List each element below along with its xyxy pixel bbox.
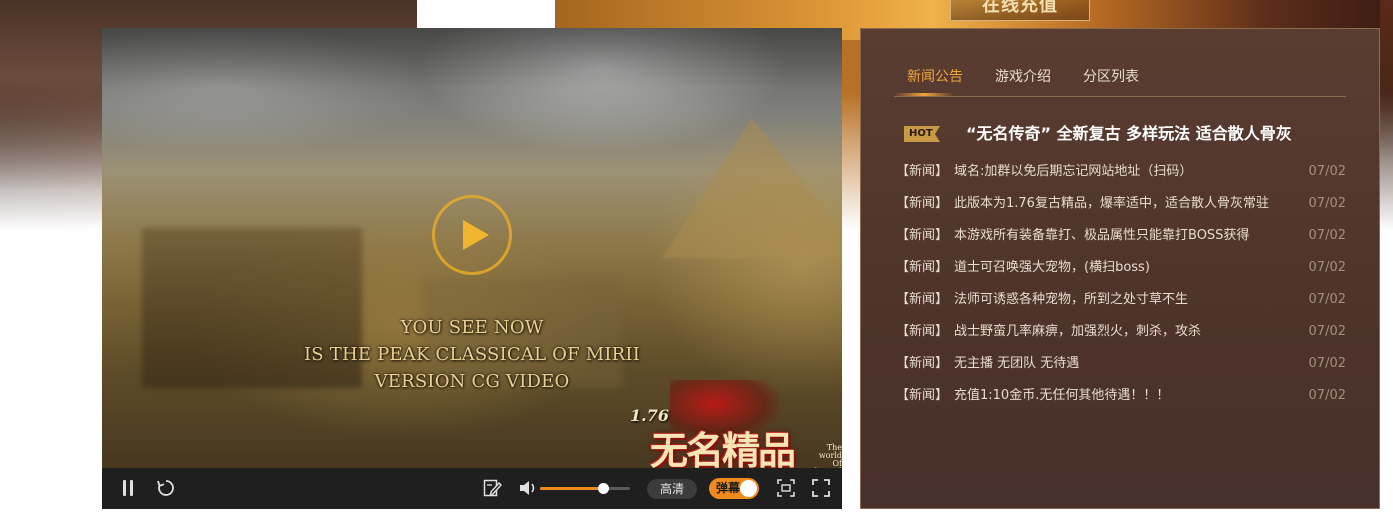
news-date: 07/02 — [1308, 324, 1346, 339]
news-date: 07/02 — [1308, 228, 1346, 243]
news-tag: 【新闻】 — [896, 164, 949, 179]
volume-icon[interactable] — [518, 478, 540, 498]
news-tag: 【新闻】 — [896, 356, 949, 371]
news-date: 07/02 — [1308, 356, 1346, 371]
cg-caption-line: VERSION CG VIDEO — [374, 371, 570, 392]
news-date: 07/02 — [1308, 164, 1346, 179]
news-date: 07/02 — [1308, 196, 1346, 211]
news-panel: 新闻公告 游戏介绍 分区列表 HOT “无名传奇” 全新复古 多样玩法 适合散人… — [860, 28, 1380, 509]
screenshot-icon[interactable] — [776, 478, 796, 498]
news-tag: 【新闻】 — [896, 388, 949, 403]
news-title[interactable]: 充值1:10金币.无任何其他待遇！！！ — [954, 384, 1294, 408]
video-pyramid — [662, 118, 842, 258]
news-item[interactable]: 【新闻】 此版本为1.76复古精品，爆率适中，适合散人骨灰常驻 07/02 — [896, 192, 1346, 224]
news-date: 07/02 — [1308, 292, 1346, 307]
news-tag: 【新闻】 — [896, 196, 949, 211]
news-item[interactable]: 【新闻】 战士野蛮几率麻痹，加强烈火，刺杀，攻杀 07/02 — [896, 320, 1346, 352]
volume-fill — [540, 487, 603, 490]
cg-caption: YOU SEE NOW IS THE PEAK CLASSICAL OF MIR… — [272, 314, 672, 395]
active-tab-indicator — [894, 93, 954, 96]
video-player[interactable]: YOU SEE NOW IS THE PEAK CLASSICAL OF MIR… — [102, 28, 842, 509]
hot-title[interactable]: “无名传奇” 全新复古 多样玩法 适合散人骨灰 — [966, 122, 1292, 146]
news-date: 07/02 — [1308, 260, 1346, 275]
background-right-art — [1380, 0, 1393, 160]
hot-headline[interactable]: HOT “无名传奇” 全新复古 多样玩法 适合散人骨灰 — [904, 122, 1344, 146]
news-title[interactable]: 本游戏所有装备靠打、极品属性只能靠打BOSS获得 — [954, 224, 1294, 248]
page: 在线充值 YOU SEE NOW IS THE PEAK CLASSICAL O… — [0, 0, 1393, 519]
tab-game-intro[interactable]: 游戏介绍 — [995, 66, 1051, 86]
danmu-toggle-knob — [740, 480, 757, 497]
news-item[interactable]: 【新闻】 法师可诱惑各种宠物，所到之处寸草不生 07/02 — [896, 288, 1346, 320]
news-tag: 【新闻】 — [896, 324, 949, 339]
news-tag: 【新闻】 — [896, 260, 949, 275]
news-tabs: 新闻公告 游戏介绍 分区列表 — [894, 62, 1346, 97]
cg-caption-line: YOU SEE NOW — [400, 317, 544, 338]
news-title[interactable]: 战士野蛮几率麻痹，加强烈火，刺杀，攻杀 — [954, 320, 1294, 344]
play-button[interactable] — [432, 195, 512, 275]
volume-handle[interactable] — [598, 483, 609, 494]
news-item[interactable]: 【新闻】 道士可召唤强大宠物，(横扫boss) 07/02 — [896, 256, 1346, 288]
fullscreen-icon[interactable] — [811, 478, 831, 498]
game-logo: 1.76 无名精品 The world Of legend — [630, 380, 842, 476]
background-gap — [417, 0, 555, 30]
news-tag: 【新闻】 — [896, 292, 949, 307]
news-item[interactable]: 【新闻】 域名:加群以免后期忘记网站地址（扫码） 07/02 — [896, 160, 1346, 192]
player-controls: 高清 弹幕 — [102, 468, 842, 509]
cg-caption-line: IS THE PEAK CLASSICAL OF MIRII — [303, 344, 641, 365]
news-tag: 【新闻】 — [896, 228, 949, 243]
news-title[interactable]: 域名:加群以免后期忘记网站地址（扫码） — [954, 160, 1294, 184]
news-title[interactable]: 道士可召唤强大宠物，(横扫boss) — [954, 256, 1294, 280]
news-item[interactable]: 【新闻】 本游戏所有装备靠打、极品属性只能靠打BOSS获得 07/02 — [896, 224, 1346, 256]
quality-button[interactable]: 高清 — [647, 479, 697, 499]
tab-news-announcements[interactable]: 新闻公告 — [907, 66, 963, 86]
danmu-label: 弹幕 — [716, 481, 741, 495]
news-date: 07/02 — [1308, 388, 1346, 403]
volume-slider[interactable] — [540, 483, 630, 494]
news-title[interactable]: 法师可诱惑各种宠物，所到之处寸草不生 — [954, 288, 1294, 312]
news-list: 【新闻】 域名:加群以免后期忘记网站地址（扫码） 07/02 【新闻】 此版本为… — [896, 160, 1346, 416]
recharge-button[interactable]: 在线充值 — [950, 0, 1090, 21]
news-title[interactable]: 无主播 无团队 无待遇 — [954, 352, 1294, 376]
pause-icon[interactable] — [121, 478, 135, 498]
news-title[interactable]: 此版本为1.76复古精品，爆率适中，适合散人骨灰常驻 — [954, 192, 1294, 216]
tab-server-list[interactable]: 分区列表 — [1083, 66, 1139, 86]
news-item[interactable]: 【新闻】 无主播 无团队 无待遇 07/02 — [896, 352, 1346, 384]
logo-name: 无名精品 — [650, 428, 796, 473]
danmu-toggle[interactable]: 弹幕 — [709, 478, 759, 499]
danmu-settings-icon[interactable] — [482, 478, 502, 498]
hot-badge: HOT — [904, 126, 940, 142]
replay-icon[interactable] — [156, 478, 176, 498]
play-icon — [463, 220, 489, 250]
video-frame[interactable]: YOU SEE NOW IS THE PEAK CLASSICAL OF MIR… — [102, 28, 842, 476]
news-item[interactable]: 【新闻】 充值1:10金币.无任何其他待遇！！！ 07/02 — [896, 384, 1346, 416]
